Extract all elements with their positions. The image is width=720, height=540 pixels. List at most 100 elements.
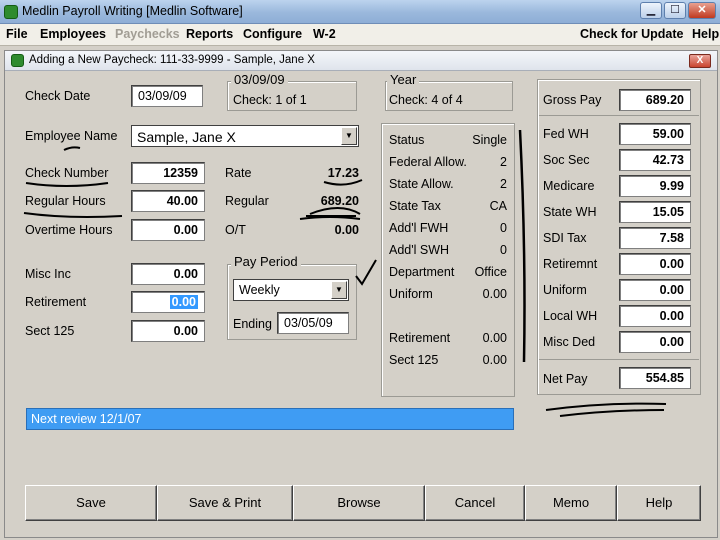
minimize-icon[interactable]: ▁ bbox=[640, 2, 662, 19]
help-button-label: Help bbox=[645, 495, 673, 510]
misc-inc-label: Misc Inc bbox=[25, 267, 71, 281]
deduction-label: Medicare bbox=[543, 179, 595, 193]
check-number-label: Check Number bbox=[25, 166, 109, 180]
check-date-label: Check Date bbox=[25, 89, 91, 103]
menu-w2[interactable]: W-2 bbox=[313, 27, 336, 41]
menu-help[interactable]: Help bbox=[692, 27, 719, 41]
info-label: Retirement bbox=[389, 331, 451, 345]
info-value: 0.00 bbox=[482, 287, 507, 301]
save-button-label: Save bbox=[76, 495, 106, 510]
info-value: 0.00 bbox=[482, 331, 507, 345]
dialog-title: Adding a New Paycheck: 111-33-9999 - Sam… bbox=[29, 54, 315, 66]
dialog-icon bbox=[11, 54, 24, 67]
overtime-hours-field[interactable]: 0.00 bbox=[131, 219, 205, 241]
regular-pay-value: 689.20 bbox=[320, 194, 359, 208]
divider bbox=[539, 359, 699, 360]
deduction-field[interactable]: 15.05 bbox=[619, 201, 691, 223]
info-label: Add'l SWH bbox=[389, 243, 450, 257]
gross-pay-field[interactable]: 689.20 bbox=[619, 89, 691, 111]
check-of-text: Check: 1 of 1 bbox=[233, 93, 307, 107]
menu-reports[interactable]: Reports bbox=[186, 27, 233, 41]
rate-label: Rate bbox=[225, 166, 252, 180]
regular-pay-label: Regular bbox=[225, 194, 269, 208]
menu-bar: File Employees Paychecks Reports Configu… bbox=[0, 24, 720, 46]
cancel-button[interactable]: Cancel bbox=[425, 485, 525, 521]
retirement-field[interactable]: 0.00 bbox=[131, 291, 205, 313]
save-button[interactable]: Save bbox=[25, 485, 157, 521]
year-group-title: Year bbox=[387, 72, 420, 87]
overtime-hours-label: Overtime Hours bbox=[25, 223, 113, 237]
maximize-icon[interactable]: ☐ bbox=[664, 2, 686, 19]
help-button[interactable]: Help bbox=[617, 485, 701, 521]
rate-value: 17.23 bbox=[327, 166, 359, 180]
info-label: Add'l FWH bbox=[389, 221, 449, 235]
save-print-button[interactable]: Save & Print bbox=[157, 485, 293, 521]
info-value: Office bbox=[474, 265, 507, 279]
employee-name-select[interactable]: Sample, Jane X ▼ bbox=[131, 125, 359, 147]
deduction-field[interactable]: 0.00 bbox=[619, 305, 691, 327]
deduction-label: State WH bbox=[543, 205, 597, 219]
chevron-down-icon[interactable]: ▼ bbox=[341, 127, 357, 145]
dialog-close-button[interactable]: X bbox=[689, 54, 711, 68]
deduction-label: Local WH bbox=[543, 309, 598, 323]
overtime-pay-label: O/T bbox=[225, 223, 246, 237]
deduction-field[interactable]: 0.00 bbox=[619, 279, 691, 301]
sect125-label: Sect 125 bbox=[25, 324, 75, 338]
info-label: Uniform bbox=[389, 287, 433, 301]
deduction-label: Fed WH bbox=[543, 127, 589, 141]
ending-label: Ending bbox=[233, 317, 272, 331]
check-number-field[interactable]: 12359 bbox=[131, 162, 205, 184]
info-label: State Allow. bbox=[389, 177, 454, 191]
app-icon bbox=[4, 5, 18, 19]
sect125-field[interactable]: 0.00 bbox=[131, 320, 205, 342]
check-group-date: 03/09/09 bbox=[231, 72, 288, 87]
net-pay-field[interactable]: 554.85 bbox=[619, 367, 691, 389]
menu-configure[interactable]: Configure bbox=[243, 27, 302, 41]
deduction-label: Misc Ded bbox=[543, 335, 596, 349]
browse-button-label: Browse bbox=[337, 495, 381, 510]
deduction-field[interactable]: 42.73 bbox=[619, 149, 691, 171]
check-date-field[interactable]: 03/09/09 bbox=[131, 85, 203, 107]
info-value: Single bbox=[472, 133, 507, 147]
info-value: 0 bbox=[500, 243, 507, 257]
deduction-field[interactable]: 9.99 bbox=[619, 175, 691, 197]
deduction-field[interactable]: 59.00 bbox=[619, 123, 691, 145]
browse-button[interactable]: Browse bbox=[293, 485, 425, 521]
menu-employees[interactable]: Employees bbox=[40, 27, 106, 41]
pay-period-title: Pay Period bbox=[231, 254, 301, 269]
employee-name-label: Employee Name bbox=[25, 129, 118, 143]
misc-inc-field[interactable]: 0.00 bbox=[131, 263, 205, 285]
info-label: Status bbox=[389, 133, 425, 147]
deduction-field[interactable]: 0.00 bbox=[619, 331, 691, 353]
menu-paychecks[interactable]: Paychecks bbox=[115, 27, 180, 41]
deduction-label: Soc Sec bbox=[543, 153, 590, 167]
close-icon[interactable]: ✕ bbox=[688, 2, 716, 19]
menu-file[interactable]: File bbox=[6, 27, 28, 41]
pay-period-select[interactable]: Weekly ▼ bbox=[233, 279, 349, 301]
deduction-field[interactable]: 7.58 bbox=[619, 227, 691, 249]
regular-hours-field[interactable]: 40.00 bbox=[131, 190, 205, 212]
deduction-field[interactable]: 0.00 bbox=[619, 253, 691, 275]
employee-notes-field[interactable]: Next review 12/1/07 bbox=[26, 408, 514, 430]
memo-button[interactable]: Memo bbox=[525, 485, 617, 521]
gross-pay-label: Gross Pay bbox=[543, 93, 602, 107]
deduction-label: SDI Tax bbox=[543, 231, 587, 245]
dialog-title-bar: Adding a New Paycheck: 111-33-9999 - Sam… bbox=[5, 51, 717, 71]
info-value: 0 bbox=[500, 221, 507, 235]
save-print-button-label: Save & Print bbox=[188, 495, 262, 510]
divider bbox=[539, 115, 699, 116]
chevron-down-icon[interactable]: ▼ bbox=[331, 281, 347, 299]
retirement-label: Retirement bbox=[25, 295, 87, 309]
net-pay-label: Net Pay bbox=[543, 372, 588, 386]
year-check-of-text: Check: 4 of 4 bbox=[389, 93, 463, 107]
overtime-pay-value: 0.00 bbox=[334, 223, 359, 237]
retirement-value: 0.00 bbox=[169, 295, 198, 309]
pay-period-value: Weekly bbox=[239, 283, 280, 297]
window-title: Medlin Payroll Writing [Medlin Software] bbox=[22, 4, 243, 18]
cancel-button-label: Cancel bbox=[454, 495, 496, 510]
paycheck-dialog: Adding a New Paycheck: 111-33-9999 - Sam… bbox=[4, 50, 718, 538]
info-value: CA bbox=[489, 199, 507, 213]
menu-check-for-update[interactable]: Check for Update bbox=[580, 27, 684, 41]
ending-date-field[interactable]: 03/05/09 bbox=[277, 312, 349, 334]
memo-button-label: Memo bbox=[552, 495, 590, 510]
